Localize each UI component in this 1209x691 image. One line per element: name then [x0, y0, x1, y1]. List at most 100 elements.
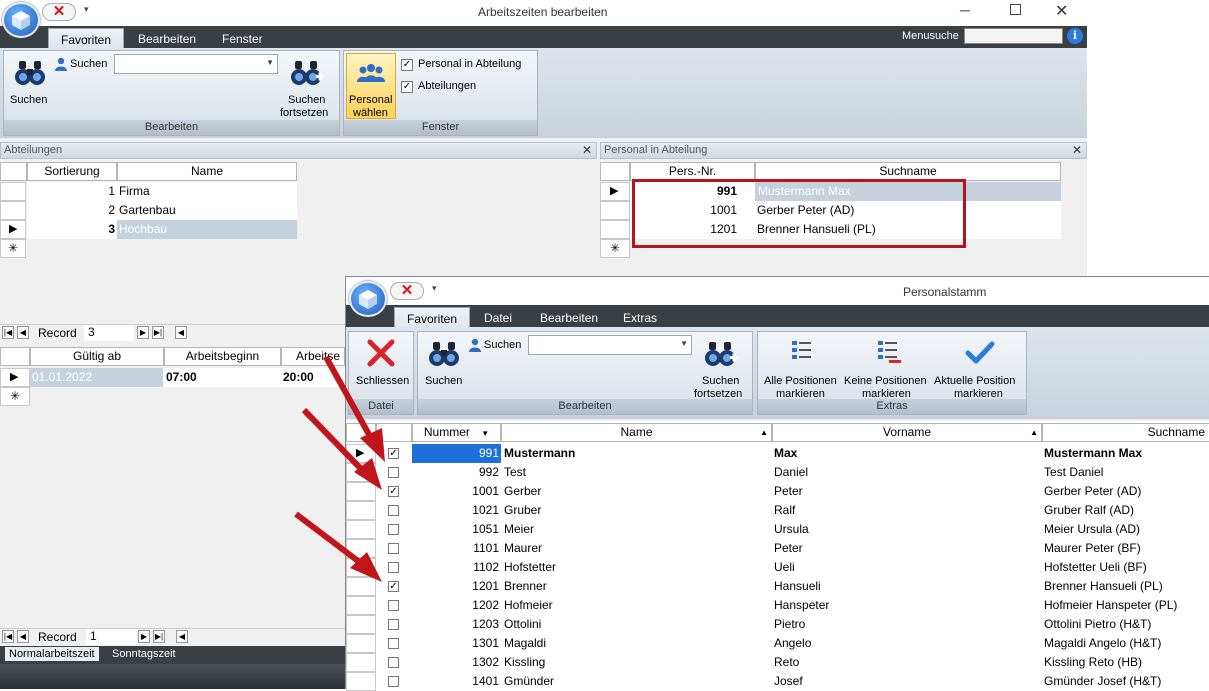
row-selector-current[interactable]: ▶ [0, 220, 26, 239]
suchen-combobox[interactable]: ▼ [114, 54, 278, 74]
quick-access-dropdown-icon[interactable]: ▾ [84, 4, 89, 15]
aktuelle-position-markieren-button[interactable]: Aktuelle Position markieren [934, 334, 1026, 400]
menusuche-input[interactable] [964, 28, 1063, 44]
table-row[interactable]: ✓ 1201 Brenner Hansueli Brenner Hansueli (PL… [376, 577, 1209, 596]
maximize-button[interactable] [1010, 4, 1021, 15]
table-row[interactable]: ✓ 1001 Gerber Peter Gerber Peter (AD) [376, 482, 1209, 501]
tab-normalarbeitszeit[interactable]: Normalarbeitszeit [5, 647, 99, 661]
pane-close-icon[interactable]: ✕ [582, 143, 592, 158]
row-selector-current[interactable]: ▶ [600, 182, 630, 201]
row-checkbox[interactable]: ✓ [388, 448, 399, 459]
table-row[interactable]: 1301 Magaldi Angelo Magaldi Angelo (H&T) [376, 634, 1209, 653]
alle-positionen-markieren-button[interactable]: Alle Positionen markieren [760, 334, 844, 400]
row-selector[interactable] [346, 558, 376, 577]
row-checkbox[interactable] [388, 638, 399, 649]
col-header-gueltig-ab[interactable]: Gültig ab [30, 347, 164, 366]
table-row[interactable]: 1401 Gmünder Josef Gmünder Josef (H&T) [376, 672, 1209, 691]
row-checkbox[interactable] [388, 619, 399, 630]
nav-prev-icon[interactable]: ◀ [17, 630, 29, 643]
new-row-selector[interactable]: ✳ [0, 239, 26, 258]
tab-fenster[interactable]: Fenster [210, 28, 275, 50]
personal-waehlen-button[interactable]: Personal wählen [346, 53, 396, 119]
row-selector[interactable] [346, 634, 376, 653]
close-button[interactable]: ✕ [1055, 1, 1068, 21]
row-checkbox[interactable] [388, 543, 399, 554]
close-quick-icon[interactable]: ✕ [390, 282, 424, 300]
row-checkbox[interactable] [388, 600, 399, 611]
table-row[interactable]: 1302 Kissling Reto Kissling Reto (HB) [376, 653, 1209, 672]
app-logo-icon[interactable] [349, 281, 387, 317]
row-checkbox[interactable] [388, 505, 399, 516]
keine-positionen-markieren-button[interactable]: Keine Positionen markieren [844, 334, 934, 400]
table-row[interactable]: 1101 Maurer Peter Maurer Peter (BF) [376, 539, 1209, 558]
row-selector-current[interactable]: ▶ [0, 368, 30, 387]
quick-access-dropdown-icon[interactable]: ▾ [432, 283, 437, 294]
tab-extras[interactable]: Extras [611, 307, 669, 329]
row-selector[interactable] [346, 463, 376, 482]
nav-new-icon[interactable]: ◀ [176, 630, 188, 643]
col-header-name[interactable]: Name ▲ [501, 423, 772, 442]
row-checkbox[interactable] [388, 562, 399, 573]
chevron-down-icon[interactable]: ▼ [680, 339, 688, 348]
row-checkbox[interactable] [388, 657, 399, 668]
table-row[interactable]: 1102 Hofstetter Ueli Hofstetter Ueli (BF) [376, 558, 1209, 577]
info-icon[interactable]: i [1067, 28, 1083, 44]
row-checkbox[interactable]: ✓ [388, 486, 399, 497]
col-header-arbeitsende[interactable]: Arbeitse [281, 347, 345, 366]
table-row[interactable]: 1051 Meier Ursula Meier Ursula (AD) [376, 520, 1209, 539]
close-quick-icon[interactable]: ✕ [42, 3, 76, 21]
table-row[interactable]: 1202 Hofmeier Hanspeter Hofmeier Hanspeter … [376, 596, 1209, 615]
table-row[interactable]: 1 Firma [27, 182, 297, 201]
suchen-button[interactable]: Suchen [6, 53, 54, 119]
record-input[interactable]: 1 [86, 629, 136, 645]
row-selector[interactable] [346, 577, 376, 596]
row-selector[interactable] [600, 220, 630, 239]
row-selector[interactable] [346, 653, 376, 672]
suchen-fortsetzen-button[interactable]: Suchen fortsetzen [278, 53, 338, 119]
nav-first-icon[interactable]: |◀ [2, 630, 14, 643]
tab-bearbeiten[interactable]: Bearbeiten [528, 307, 610, 329]
row-selector[interactable] [0, 182, 26, 201]
record-input[interactable]: 3 [84, 325, 134, 341]
minimize-button[interactable]: ─ [960, 2, 970, 18]
col-header-name[interactable]: Name [117, 162, 297, 181]
table-row-selected[interactable]: 3 Hochbau [27, 220, 297, 239]
col-header-nummer[interactable]: Nummer ▼ [412, 423, 501, 442]
checkbox-personal-in-abteilung[interactable]: ✓ [401, 59, 413, 71]
suchen-fortsetzen-button[interactable]: Suchen fortsetzen [692, 334, 752, 400]
col-header-sortierung[interactable]: Sortierung [27, 162, 117, 181]
col-header-arbeitsbeginn[interactable]: Arbeitsbeginn [164, 347, 281, 366]
row-selector[interactable] [346, 539, 376, 558]
nav-next-icon[interactable]: ▶ [137, 326, 149, 339]
row-checkbox[interactable] [388, 524, 399, 535]
table-row[interactable]: 992 Test Daniel Test Daniel [376, 463, 1209, 482]
tab-datei[interactable]: Datei [472, 307, 524, 329]
nav-last-icon[interactable]: ▶| [152, 326, 164, 339]
suchen-combobox[interactable]: ▼ [528, 335, 692, 355]
row-selector[interactable] [600, 201, 630, 220]
suchen-button[interactable]: Suchen [420, 334, 468, 398]
table-row-selected[interactable]: 01.01.2022 07:00 20:00 [30, 368, 345, 387]
pane-close-icon[interactable]: ✕ [1072, 143, 1082, 158]
row-selector[interactable] [346, 520, 376, 539]
schliessen-button[interactable]: Schliessen [351, 334, 411, 398]
row-selector[interactable] [0, 201, 26, 220]
nav-new-icon[interactable]: ◀ [175, 326, 187, 339]
col-header-suchname[interactable]: Suchname [1042, 423, 1209, 442]
new-row-selector[interactable]: ✳ [0, 387, 30, 406]
table-row[interactable]: ✓ 991 Mustermann Max Mustermann Max [376, 444, 1209, 463]
row-checkbox[interactable] [388, 467, 399, 478]
tab-favoriten[interactable]: Favoriten [394, 307, 471, 327]
nav-prev-icon[interactable]: ◀ [17, 326, 29, 339]
checkbox-abteilungen[interactable]: ✓ [401, 81, 413, 93]
chevron-down-icon[interactable]: ▼ [266, 58, 274, 67]
app-logo-icon[interactable] [2, 2, 40, 38]
row-selector[interactable] [346, 615, 376, 634]
new-row-selector[interactable]: ✳ [600, 239, 630, 258]
row-selector[interactable] [346, 672, 376, 691]
nav-last-icon[interactable]: ▶| [153, 630, 165, 643]
row-checkbox[interactable] [388, 676, 399, 687]
tab-bearbeiten[interactable]: Bearbeiten [126, 28, 208, 50]
row-selector[interactable] [346, 501, 376, 520]
row-checkbox[interactable]: ✓ [388, 581, 399, 592]
